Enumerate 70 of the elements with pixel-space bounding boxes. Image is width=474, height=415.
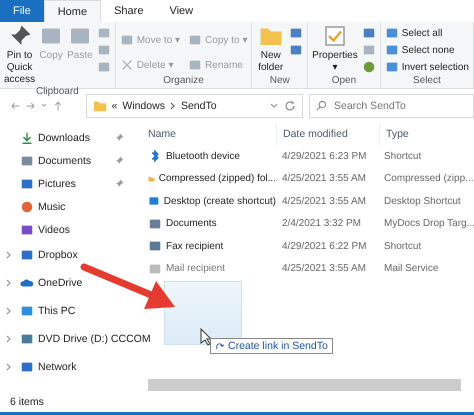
ribbon-button[interactable]: Pin to Quick access: [4, 24, 36, 86]
ribbon-button[interactable]: New folder: [256, 24, 286, 75]
table-cell-text: 4/25/2021 3:55 AM: [281, 196, 367, 207]
sidebar-item[interactable]: OneDrive: [0, 269, 82, 297]
tooltip-text: Create link in SendTo: [228, 340, 328, 352]
group-label: Clipboard: [36, 86, 79, 99]
file-name-cell[interactable]: Bluetooth device: [138, 149, 276, 164]
breadcrumb-overflow[interactable]: «: [112, 100, 118, 112]
chevron-icon: [170, 102, 176, 110]
expand-icon[interactable]: [6, 335, 12, 343]
folder-icon: [92, 99, 106, 113]
expand-icon[interactable]: [6, 251, 12, 259]
search-icon: [316, 100, 327, 111]
table-cell-text: 4/25/2021 3:55 AM: [281, 263, 367, 274]
column-header[interactable]: Type: [380, 123, 474, 145]
file-name-cell[interactable]: Compressed (zipped) fol...: [138, 172, 276, 186]
table-cell-text: MyDocs Drop Targ...: [383, 218, 474, 230]
group-label: Select: [412, 75, 441, 88]
file-name-cell[interactable]: Mail recipient: [138, 262, 276, 276]
ribbon-button[interactable]: Invert selection: [384, 60, 469, 74]
group-label: Organize: [163, 75, 204, 88]
file-name-cell[interactable]: Fax recipient: [138, 239, 276, 254]
sidebar-item[interactable]: Downloads: [0, 126, 124, 149]
expand-icon[interactable]: [6, 279, 12, 287]
ribbon-tab[interactable]: Home: [44, 0, 102, 22]
sidebar-item[interactable]: Documents: [0, 149, 124, 172]
refresh-icon[interactable]: [284, 100, 296, 112]
file-tab[interactable]: File: [0, 0, 44, 22]
expand-icon[interactable]: [6, 363, 12, 371]
pin-icon: [115, 179, 124, 188]
table-cell-text: 4/29/2021 6:23 PM: [281, 150, 368, 162]
sidebar-item[interactable]: DVD Drive (D:) CCCOM: [0, 325, 151, 353]
close-icon: [120, 58, 134, 72]
sidebar-item[interactable]: Dropbox: [0, 241, 78, 269]
address-bar[interactable]: « Windows SendTo: [86, 94, 303, 118]
expand-icon[interactable]: [6, 307, 12, 315]
sidebar-item[interactable]: Videos: [0, 218, 70, 241]
sidebar-item[interactable]: Music: [0, 195, 66, 218]
search-field[interactable]: Search SendTo: [309, 94, 474, 118]
item-count: 6 items: [10, 396, 44, 408]
table-cell-text: Shortcut: [383, 240, 422, 252]
download-icon: [20, 130, 34, 144]
table-cell-text: Desktop Shortcut: [383, 196, 462, 207]
file-name-cell[interactable]: Desktop (create shortcut): [138, 194, 276, 208]
link-icon: [215, 342, 224, 350]
column-header[interactable]: Name: [138, 123, 277, 145]
group-label: Open: [332, 75, 356, 88]
sidebar-item[interactable]: This PC: [0, 297, 76, 325]
table-cell-text: 4/29/2021 6:22 PM: [281, 240, 368, 252]
ribbon-button[interactable]: Select all: [384, 26, 469, 40]
ribbon-button[interactable]: Properties ▾: [312, 24, 358, 75]
table-cell-text: Shortcut: [383, 150, 422, 162]
table-cell-text: 2/4/2021 3:32 PM: [281, 218, 362, 230]
scrollbar[interactable]: [148, 379, 461, 391]
pin-icon: [115, 133, 124, 142]
ribbon-tab[interactable]: Share: [101, 0, 156, 22]
breadcrumb-item[interactable]: Windows: [122, 100, 165, 112]
pin-icon: [115, 156, 124, 165]
table-cell-text: 4/25/2021 3:55 AM: [281, 173, 367, 184]
dropdown-icon[interactable]: [269, 102, 279, 110]
sidebar-item[interactable]: Pictures: [0, 172, 124, 195]
breadcrumb-item[interactable]: SendTo: [180, 100, 217, 112]
table-cell-text: Compressed (zipp...: [383, 173, 474, 184]
sidebar-item[interactable]: Network: [0, 353, 77, 381]
file-name-cell[interactable]: Documents: [138, 216, 276, 231]
ribbon-tab[interactable]: View: [156, 0, 206, 22]
table-cell-text: Mail Service: [383, 263, 440, 274]
group-label: New: [270, 75, 290, 88]
ribbon-button[interactable]: Select none: [384, 43, 469, 57]
column-header[interactable]: Date modified: [277, 123, 380, 145]
